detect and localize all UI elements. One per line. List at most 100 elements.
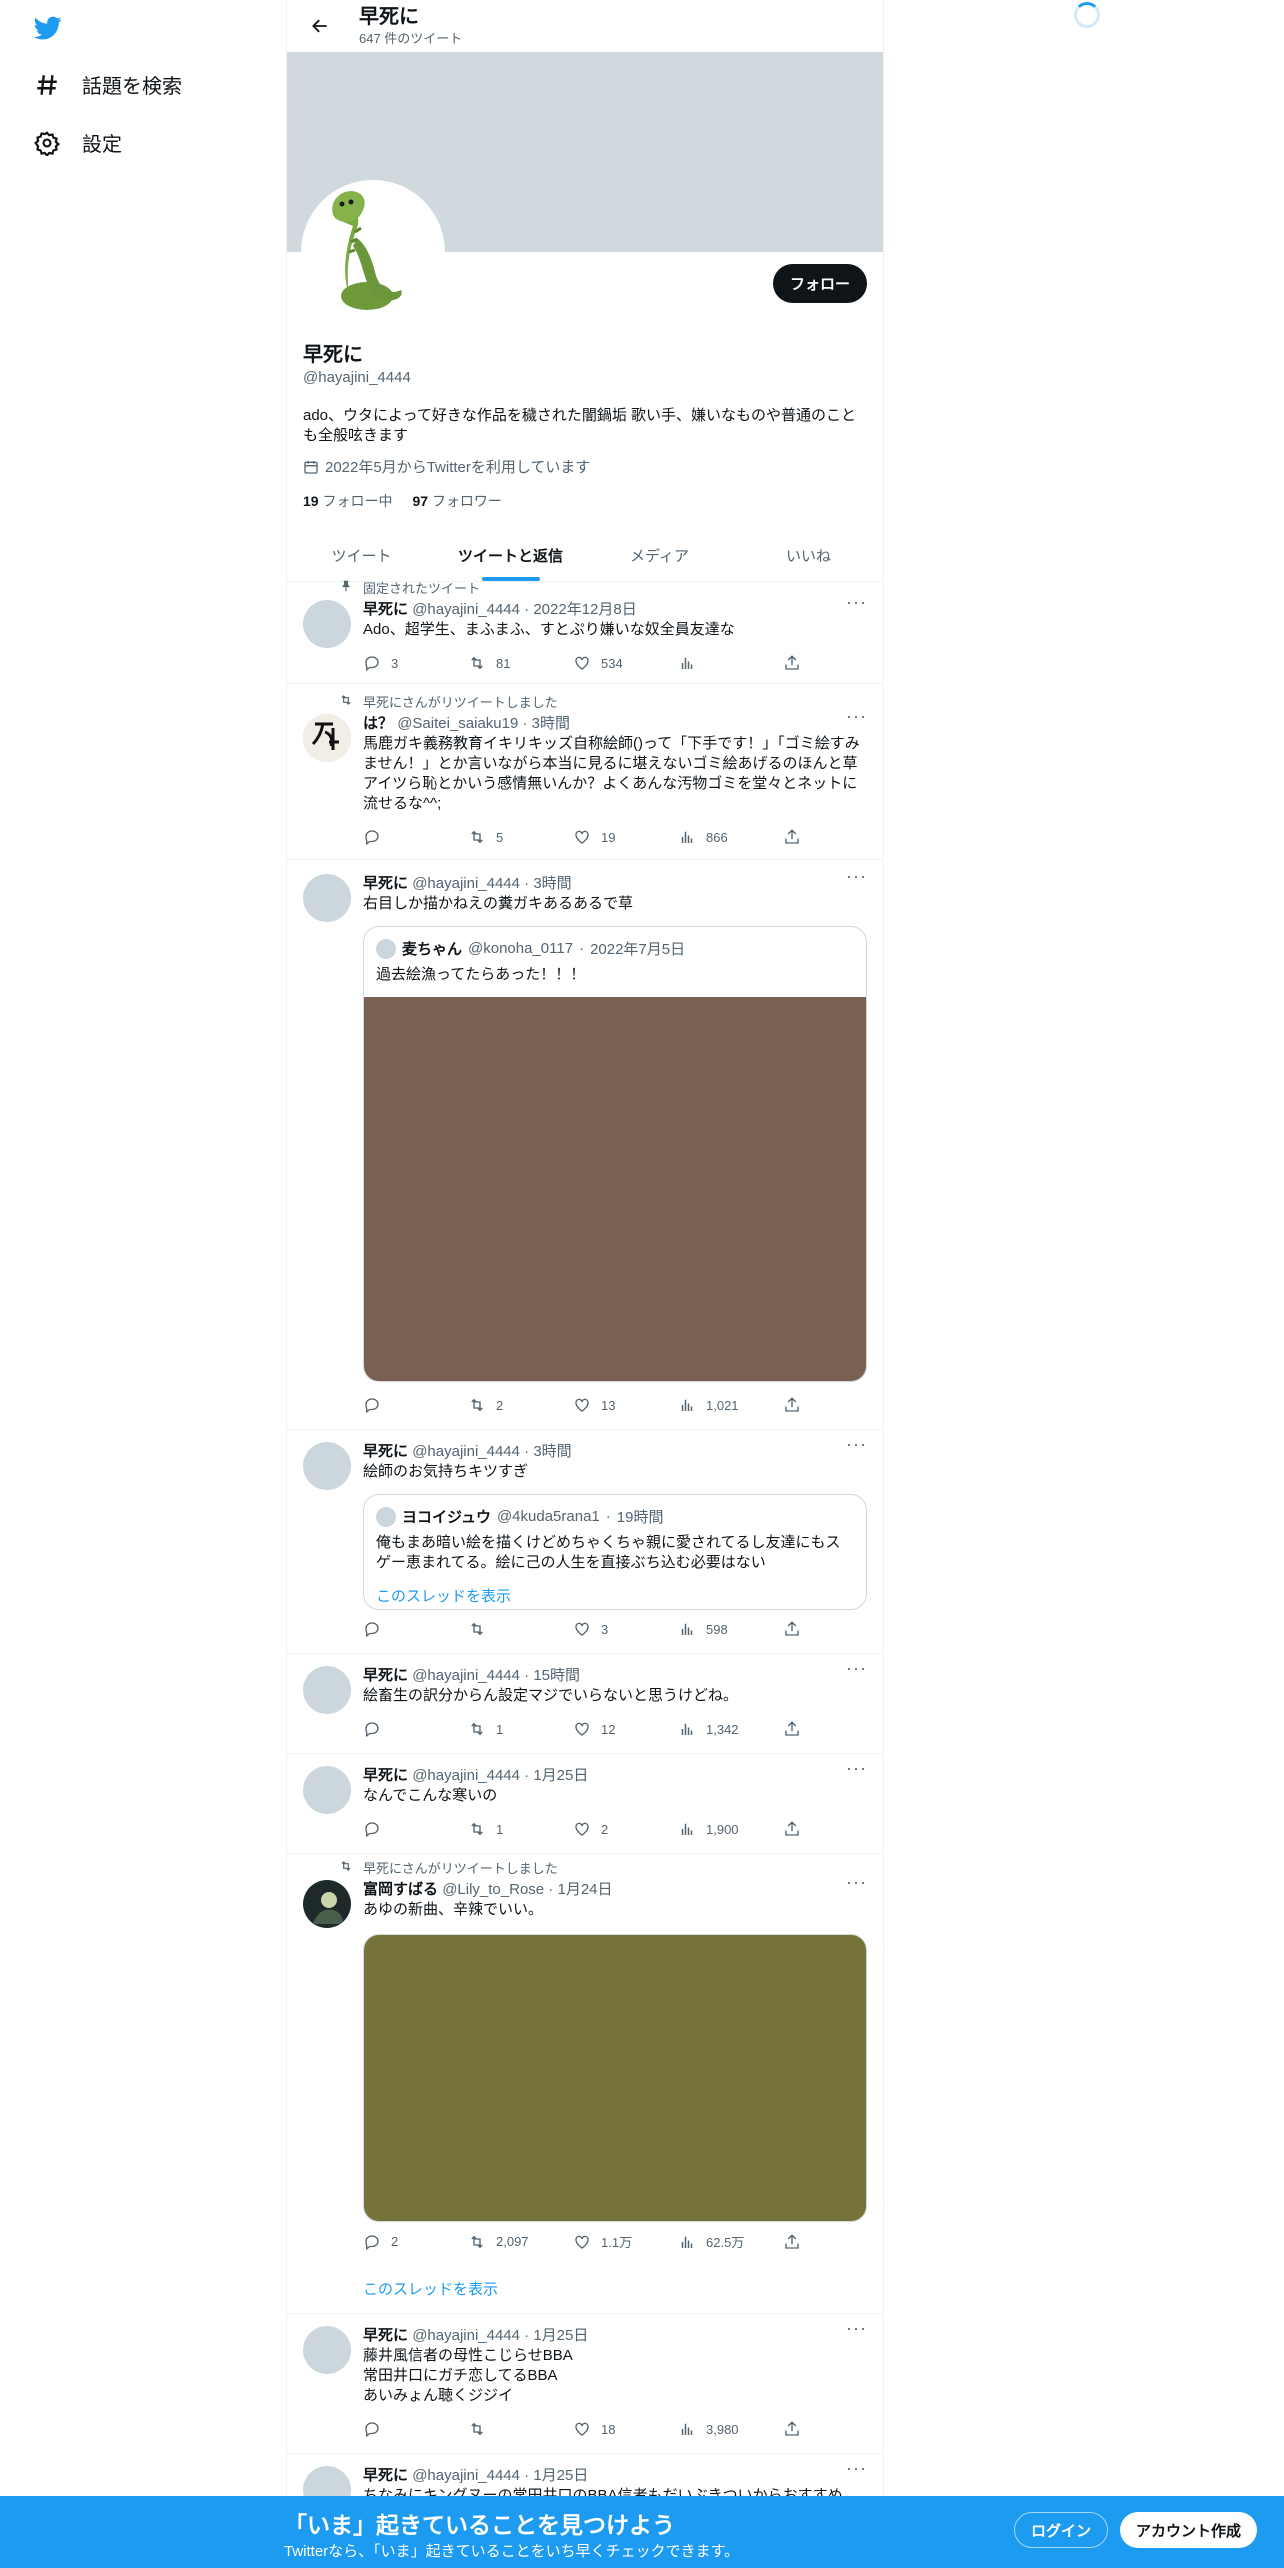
tweet-avatar[interactable]: [303, 1666, 351, 1714]
retweet-button[interactable]: [468, 1620, 548, 1638]
tweet-time[interactable]: 3時間: [533, 1443, 571, 1460]
show-thread-link[interactable]: このスレッドを表示: [363, 2278, 498, 2299]
retweet-button[interactable]: [468, 2420, 548, 2438]
tweet-author-name[interactable]: 早死に: [363, 1667, 408, 1684]
tweet-time[interactable]: 1月25日: [533, 1767, 588, 1784]
more-options-icon[interactable]: ···: [846, 1758, 867, 1779]
quote-tweet[interactable]: ヨコイジュウ @4kuda5rana1 · 19時間 俺もまあ暗い絵を描くけどめちゃ…: [363, 1494, 867, 1610]
quote-tweet[interactable]: 麦ちゃん @konoha_0117 · 2022年7月5日 過去絵漁ってたらあった！…: [363, 926, 867, 1382]
more-options-icon[interactable]: ···: [846, 1872, 867, 1893]
tweet-avatar[interactable]: [303, 714, 351, 762]
retweet-button[interactable]: 5: [468, 828, 548, 846]
tweet-avatar[interactable]: [303, 2326, 351, 2374]
tweet-avatar[interactable]: [303, 1766, 351, 1814]
retweet-button[interactable]: 2,097: [468, 2232, 548, 2251]
tweet-author-name[interactable]: 早死に: [363, 2327, 408, 2344]
like-button[interactable]: 12: [573, 1720, 653, 1738]
follow-button[interactable]: フォロー: [772, 264, 867, 303]
reply-button[interactable]: [363, 1396, 443, 1414]
like-button[interactable]: 2: [573, 1820, 653, 1838]
tweet-author-name[interactable]: 早死に: [363, 601, 408, 618]
tweet-time[interactable]: 3時間: [532, 715, 570, 732]
tweet-avatar[interactable]: [303, 874, 351, 922]
more-options-icon[interactable]: ···: [846, 706, 867, 727]
share-button[interactable]: [783, 1720, 803, 1738]
tweet-author-name[interactable]: 早死に: [363, 2467, 408, 2484]
login-button[interactable]: ログイン: [1014, 2512, 1109, 2548]
nav-settings[interactable]: 設定: [34, 128, 122, 157]
more-options-icon[interactable]: ···: [846, 1658, 867, 1679]
views-button[interactable]: [678, 654, 758, 672]
twitter-logo-icon[interactable]: [32, 14, 64, 42]
like-button[interactable]: 13: [573, 1396, 653, 1414]
share-button[interactable]: [783, 828, 803, 846]
share-button[interactable]: [783, 1820, 803, 1838]
like-button[interactable]: 1.1万: [573, 2232, 653, 2251]
like-button[interactable]: 18: [573, 2420, 653, 2438]
reply-button[interactable]: 2: [363, 2232, 443, 2251]
reply-button[interactable]: [363, 2420, 443, 2438]
retweet-button[interactable]: 1: [468, 1720, 548, 1738]
views-button[interactable]: 1,342: [678, 1720, 758, 1738]
more-options-icon[interactable]: ···: [846, 866, 867, 887]
tweet-author-name[interactable]: 早死に: [363, 1443, 408, 1460]
reply-button[interactable]: [363, 1720, 443, 1738]
back-button[interactable]: [303, 9, 337, 43]
views-button[interactable]: 62.5万: [678, 2232, 758, 2251]
reply-button[interactable]: [363, 1820, 443, 1838]
profile-avatar[interactable]: [301, 180, 445, 324]
quote-media[interactable]: [364, 997, 866, 1381]
reply-button[interactable]: [363, 828, 443, 846]
tweet-author-handle[interactable]: @Lily_to_Rose: [442, 1881, 544, 1898]
like-button[interactable]: 534: [573, 654, 653, 672]
tweet-time[interactable]: 2022年12月8日: [533, 601, 636, 618]
nav-explore[interactable]: 話題を検索: [34, 70, 182, 99]
reply-button[interactable]: [363, 1620, 443, 1638]
tweet-time[interactable]: 1月24日: [557, 1881, 612, 1898]
followers-link[interactable]: 97 フォロワー: [412, 491, 501, 511]
views-button[interactable]: 866: [678, 828, 758, 846]
more-options-icon[interactable]: ···: [846, 2458, 867, 2479]
more-options-icon[interactable]: ···: [846, 2318, 867, 2339]
tweet-author-name[interactable]: は？: [363, 715, 393, 732]
tweet-author-handle[interactable]: @hayajini_4444: [412, 2327, 520, 2344]
views-button[interactable]: 3,980: [678, 2420, 758, 2438]
more-options-icon[interactable]: ···: [846, 592, 867, 613]
retweet-button[interactable]: 81: [468, 654, 548, 672]
retweet-button[interactable]: 1: [468, 1820, 548, 1838]
following-link[interactable]: 19 フォロー中: [303, 491, 392, 511]
tweet-author-handle[interactable]: @hayajini_4444: [412, 1443, 520, 1460]
signup-button[interactable]: アカウント作成: [1120, 2512, 1258, 2548]
like-button[interactable]: 3: [573, 1620, 653, 1638]
tweet-time[interactable]: 1月25日: [533, 2327, 588, 2344]
more-options-icon[interactable]: ···: [846, 1434, 867, 1455]
tweet-author-handle[interactable]: @hayajini_4444: [412, 2467, 520, 2484]
tweet-author-handle[interactable]: @hayajini_4444: [412, 1767, 520, 1784]
tweet-time[interactable]: 1月25日: [533, 2467, 588, 2484]
tweet-time[interactable]: 15時間: [533, 1667, 580, 1684]
tweet-author-name[interactable]: 早死に: [363, 1767, 408, 1784]
like-button[interactable]: 19: [573, 828, 653, 846]
views-button[interactable]: 598: [678, 1620, 758, 1638]
tweet-author-handle[interactable]: @Saitei_saiaku19: [397, 715, 518, 732]
views-button[interactable]: 1,021: [678, 1396, 758, 1414]
tweet-author-handle[interactable]: @hayajini_4444: [412, 601, 520, 618]
tweet-author-name[interactable]: 早死に: [363, 875, 408, 892]
tweet-avatar[interactable]: [303, 600, 351, 648]
retweet-button[interactable]: 2: [468, 1396, 548, 1414]
share-button[interactable]: [783, 654, 803, 672]
share-button[interactable]: [783, 2232, 803, 2251]
tweet-time[interactable]: 3時間: [533, 875, 571, 892]
tweet-author-handle[interactable]: @hayajini_4444: [412, 1667, 520, 1684]
share-button[interactable]: [783, 1396, 803, 1414]
tweet-avatar[interactable]: [303, 1880, 351, 1928]
reply-button[interactable]: 3: [363, 654, 443, 672]
tweet-author-name[interactable]: 富岡すばる: [363, 1881, 438, 1898]
tweet-author-handle[interactable]: @hayajini_4444: [412, 875, 520, 892]
views-button[interactable]: 1,900: [678, 1820, 758, 1838]
share-button[interactable]: [783, 1620, 803, 1638]
tweet-media[interactable]: [363, 1934, 867, 2222]
tweet-avatar[interactable]: [303, 1442, 351, 1490]
share-button[interactable]: [783, 2420, 803, 2438]
quote-show-thread-link[interactable]: このスレッドを表示: [364, 1585, 866, 1609]
